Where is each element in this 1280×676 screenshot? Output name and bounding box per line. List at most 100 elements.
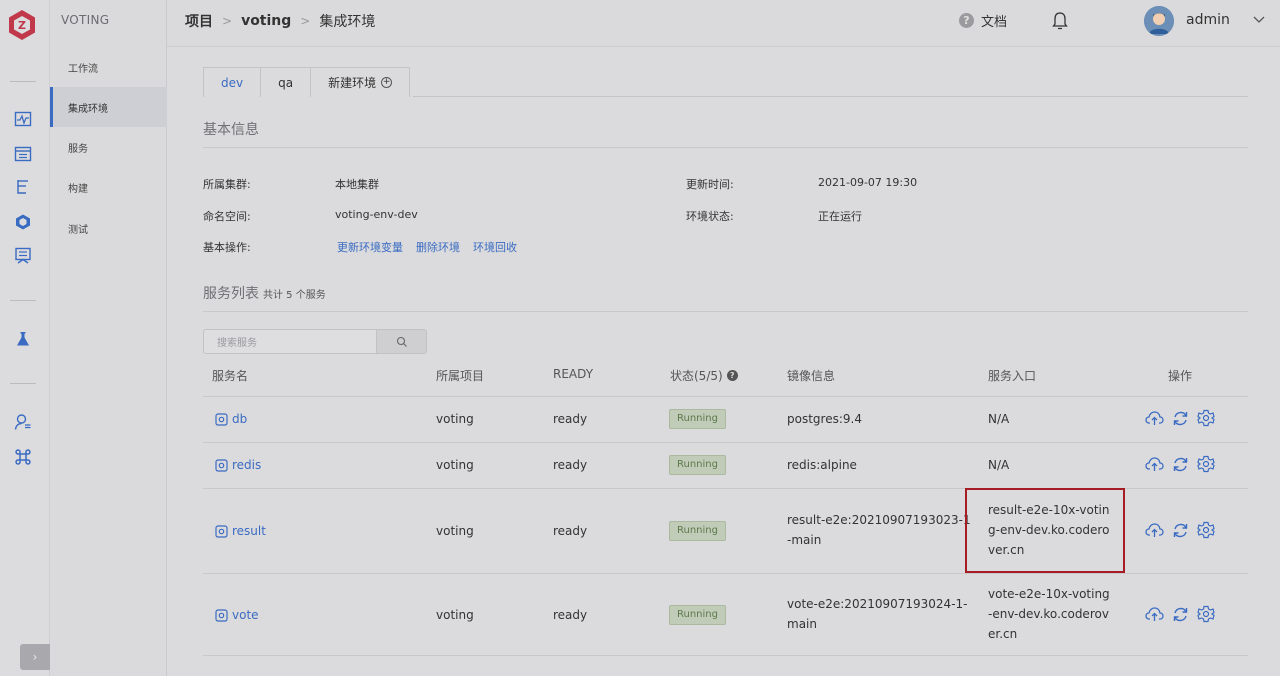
service-link[interactable]: result	[215, 521, 266, 541]
status-value: 正在运行	[818, 210, 862, 223]
docs-link[interactable]: ? 文档	[959, 11, 1007, 30]
avatar[interactable]	[1144, 6, 1174, 36]
search-input[interactable]: 搜索服务	[203, 329, 377, 354]
status-label: 环境状态:	[686, 210, 734, 223]
table-row: db voting ready Running postgres:9.4 N/A	[203, 396, 1248, 442]
service-icon	[215, 412, 228, 426]
menu-item-workflow[interactable]: 工作流	[50, 47, 167, 87]
expand-sidebar-button[interactable]: ›	[20, 644, 50, 670]
icon-rail: Z ›	[0, 0, 50, 676]
project-icon[interactable]	[12, 143, 34, 165]
menu-item-tests[interactable]: 测试	[50, 208, 167, 248]
tree-icon[interactable]	[12, 176, 34, 198]
settings-icon[interactable]	[1197, 521, 1215, 539]
tab-qa[interactable]: qa	[260, 67, 312, 97]
row-actions	[1145, 521, 1215, 539]
status-badge-text: Running	[669, 409, 726, 429]
monitor-icon[interactable]	[12, 108, 34, 130]
help-icon[interactable]: ?	[726, 370, 738, 381]
user-settings-icon[interactable]	[12, 411, 34, 433]
menu-item-services[interactable]: 服务	[50, 127, 167, 167]
service-ready: ready	[553, 458, 588, 472]
main-content: dev qa 新建环境 + 基本信息 所属集群: 本地集群 命名空间: votin…	[167, 47, 1280, 676]
col-image: 镜像信息	[787, 369, 836, 383]
service-link[interactable]: redis	[215, 455, 261, 475]
section-divider	[203, 311, 1248, 312]
service-name: result	[232, 524, 266, 538]
settings-icon[interactable]	[1197, 605, 1215, 623]
col-entry: 服务入口	[988, 369, 1037, 383]
service-entry: N/A	[988, 412, 1010, 426]
cloud-upload-icon[interactable]	[1145, 455, 1164, 473]
basic-operations: 更新环境变量 删除环境 环境回收	[337, 239, 517, 255]
flask-icon[interactable]	[12, 328, 34, 350]
docs-label: 文档	[981, 15, 1008, 30]
row-actions	[1145, 409, 1215, 427]
tab-dev[interactable]: dev	[203, 67, 262, 97]
refresh-icon[interactable]	[1172, 410, 1189, 427]
environment-tabs: dev qa 新建环境 +	[203, 67, 411, 97]
service-ready: ready	[553, 524, 588, 538]
command-icon[interactable]	[12, 446, 34, 468]
cloud-upload-icon[interactable]	[1145, 521, 1164, 539]
breadcrumb-separator: >	[222, 14, 233, 28]
refresh-icon[interactable]	[1172, 456, 1189, 473]
menu-item-builds[interactable]: 构建	[50, 167, 167, 207]
service-ready: ready	[553, 608, 588, 622]
breadcrumb-projects[interactable]: 项目	[185, 11, 213, 31]
col-status: 状态(5/5)?	[670, 367, 738, 384]
status-badge: Running	[669, 605, 726, 625]
plus-circle-icon: +	[381, 77, 393, 88]
service-link[interactable]: db	[215, 409, 247, 429]
service-list-title: 服务列表 共计 5 个服务	[203, 283, 326, 303]
service-search: 搜索服务	[203, 329, 427, 354]
username[interactable]: admin	[1186, 12, 1230, 28]
cloud-upload-icon[interactable]	[1145, 605, 1164, 623]
service-entry: N/A	[988, 458, 1010, 472]
update-env-vars-link[interactable]: 更新环境变量	[337, 239, 403, 255]
table-row: redis voting ready Running redis:alpine …	[203, 442, 1248, 488]
col-actions: 操作	[1168, 369, 1193, 383]
service-list-label: 服务列表	[203, 286, 259, 302]
settings-icon[interactable]	[1197, 409, 1215, 427]
service-image: result-e2e:20210907193023-1-main	[787, 513, 971, 547]
service-icon	[215, 608, 228, 622]
col-service-name: 服务名	[212, 369, 249, 383]
updated-label: 更新时间:	[686, 178, 734, 191]
updated-value: 2021-09-07 19:30	[818, 176, 918, 189]
bell-icon[interactable]	[1051, 11, 1069, 31]
row-actions	[1145, 605, 1215, 623]
status-badge: Running	[669, 521, 726, 541]
menu-item-environments[interactable]: 集成环境	[50, 87, 167, 127]
service-project: voting	[436, 458, 474, 472]
service-project: voting	[436, 608, 474, 622]
service-name: db	[232, 412, 248, 426]
service-image: redis:alpine	[787, 458, 857, 472]
service-entry-link[interactable]: vote-e2e-10x-voting-env-dev.ko.coderover…	[988, 584, 1113, 644]
breadcrumb-project[interactable]: voting	[241, 13, 291, 29]
service-link[interactable]: vote	[215, 605, 259, 625]
svg-text:Z: Z	[18, 19, 26, 32]
cloud-upload-icon[interactable]	[1145, 409, 1164, 427]
settings-icon[interactable]	[1197, 455, 1215, 473]
service-image: vote-e2e:20210907193024-1-main	[787, 597, 968, 631]
package-icon[interactable]	[12, 211, 34, 233]
col-project: 所属项目	[436, 369, 485, 383]
namespace-value: voting-env-dev	[335, 208, 418, 221]
tab-divider	[413, 96, 1248, 97]
search-button[interactable]	[377, 329, 427, 354]
chevron-down-icon[interactable]	[1252, 12, 1266, 26]
refresh-icon[interactable]	[1172, 606, 1189, 623]
recycle-env-link[interactable]: 环境回收	[473, 239, 517, 255]
help-icon: ?	[959, 13, 974, 28]
refresh-icon[interactable]	[1172, 522, 1189, 539]
service-count: 共计 5 个服务	[263, 290, 326, 301]
service-project: voting	[436, 412, 474, 426]
service-name: redis	[232, 458, 262, 472]
deploy-icon[interactable]	[12, 245, 34, 267]
status-badge: Running	[669, 409, 726, 429]
app-logo-icon[interactable]: Z	[7, 9, 37, 41]
service-icon	[215, 458, 228, 472]
delete-env-link[interactable]: 删除环境	[416, 239, 460, 255]
tab-new-environment[interactable]: 新建环境 +	[310, 67, 411, 97]
